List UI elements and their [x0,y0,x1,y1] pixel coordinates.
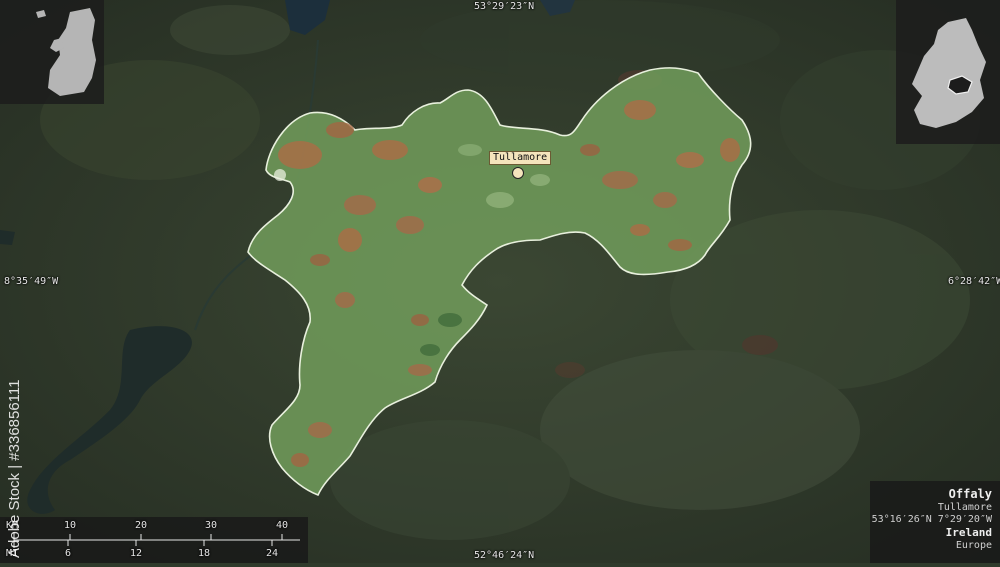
scale-km-tick: 30 [205,520,218,531]
scale-km-tick: 10 [64,520,77,531]
scale-mi-tick: 24 [266,548,279,559]
svg-text:Adobe Stock | #336856111: Adobe Stock | #336856111 [6,380,23,558]
coord-left: 8°35′49″W [4,276,59,287]
ireland-locator-inset [896,0,1000,144]
scale-km-tick: 20 [135,520,148,531]
satellite-map [0,0,1000,563]
scale-mi-tick: 18 [198,548,211,559]
coord-right: 6°28′42″W [948,276,1000,287]
city-label-tullamore: Tullamore [489,151,552,165]
scale-km-tick: 40 [276,520,289,531]
europe-locator-inset [0,0,104,104]
scale-mi-tick: 12 [130,548,143,559]
scale-bar: KM 10 20 30 40 MI 6 12 18 24 [0,517,308,563]
capital-name: Tullamore [937,502,992,513]
city-marker-icon [512,167,524,179]
continent-name: Europe [955,540,992,551]
country-name: Ireland [945,526,992,539]
stock-watermark: Adobe Stock | #336856111 [6,380,23,558]
coord-top: 53°29′23″N [474,1,535,12]
info-box: Offaly Tullamore 53°16′26″N 7°29′20″W Ir… [870,481,1000,563]
center-coordinates: 53°16′26″N 7°29′20″W [871,514,992,525]
scale-mi-tick: 6 [65,548,72,559]
region-name: Offaly [948,487,992,501]
coord-bottom: 52°46′24″N [474,550,535,561]
